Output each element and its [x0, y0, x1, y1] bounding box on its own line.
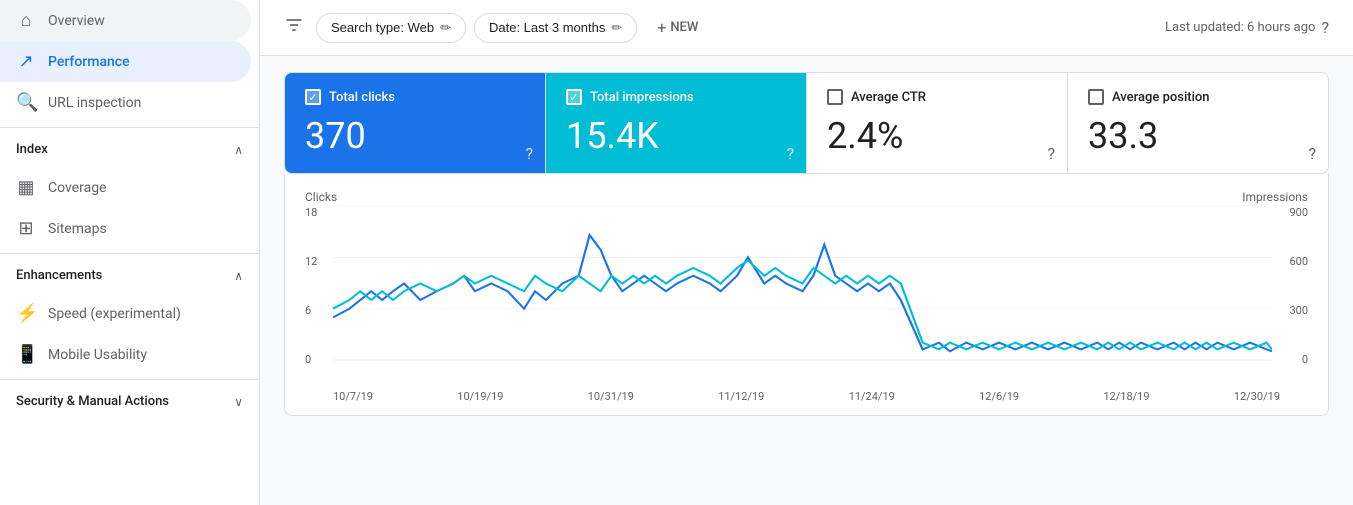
search-type-label: Search type: Web — [331, 20, 434, 35]
x-label-5: 11/24/19 — [849, 390, 895, 403]
sidebar-item-label: Sitemaps — [48, 221, 107, 237]
sidebar-item-sitemaps[interactable]: ⊞ Sitemaps — [0, 208, 251, 249]
sidebar-item-url-inspection[interactable]: 🔍 URL inspection — [0, 82, 251, 123]
y-axis-right-label: Impressions — [1242, 190, 1308, 204]
sidebar-item-label: URL inspection — [48, 95, 141, 111]
sidebar-item-label: Mobile Usability — [48, 347, 147, 363]
chevron-down-icon: ∨ — [234, 395, 243, 409]
position-value: 33.3 — [1088, 117, 1308, 157]
main-content: Search type: Web ✏ Date: Last 3 months ✏… — [260, 0, 1353, 505]
metric-clicks-header: ✓ Total clicks — [305, 89, 525, 105]
sidebar: ⌂ Overview ↗ Performance 🔍 URL inspectio… — [0, 0, 260, 505]
y-right-600: 600 — [1276, 255, 1308, 268]
y-left-18: 18 — [305, 206, 329, 219]
sidebar-section-index[interactable]: Index ∧ — [0, 132, 259, 167]
speed-icon: ⚡ — [16, 303, 36, 324]
metric-position-header: Average position — [1088, 89, 1308, 105]
date-range-button[interactable]: Date: Last 3 months ✏ — [474, 13, 637, 43]
impressions-help-icon[interactable]: ? — [786, 144, 794, 163]
sidebar-section-security[interactable]: Security & Manual Actions ∨ — [0, 384, 259, 419]
section-security-label: Security & Manual Actions — [16, 394, 169, 409]
clicks-line — [333, 235, 1272, 351]
mobile-icon: 📱 — [16, 344, 36, 365]
impressions-line — [333, 260, 1272, 349]
home-icon: ⌂ — [16, 10, 36, 31]
y-left-12: 12 — [305, 255, 329, 268]
sidebar-item-speed[interactable]: ⚡ Speed (experimental) — [0, 293, 251, 334]
y-right-0: 0 — [1276, 353, 1308, 366]
sidebar-item-coverage[interactable]: ▦ Coverage — [0, 167, 251, 208]
y-right-900: 900 — [1276, 206, 1308, 219]
y-right-300: 300 — [1276, 304, 1308, 317]
x-label-2: 10/19/19 — [457, 390, 503, 403]
chart-wrapper: 18 12 6 0 900 600 300 0 — [305, 206, 1308, 386]
metric-card-position[interactable]: Average position 33.3 ? — [1068, 73, 1328, 173]
sidebar-item-label: Performance — [48, 54, 130, 70]
metric-cards: ✓ Total clicks 370 ? ✓ Total impressions… — [284, 72, 1329, 174]
sidebar-item-mobile-usability[interactable]: 📱 Mobile Usability — [0, 334, 251, 375]
edit-date-icon: ✏ — [611, 20, 622, 36]
metric-card-clicks[interactable]: ✓ Total clicks 370 ? — [285, 73, 546, 173]
divider-2 — [0, 253, 259, 254]
x-label-6: 12/6/19 — [979, 390, 1019, 403]
metric-impressions-header: ✓ Total impressions — [566, 89, 786, 105]
help-icon[interactable]: ? — [1321, 18, 1329, 37]
impressions-checkbox[interactable]: ✓ — [566, 89, 582, 105]
filter-icon[interactable] — [284, 15, 304, 40]
x-label-1: 10/7/19 — [333, 390, 373, 403]
new-filter-button[interactable]: + NEW — [645, 12, 710, 43]
clicks-checkbox[interactable]: ✓ — [305, 89, 321, 105]
position-checkbox[interactable] — [1088, 89, 1104, 105]
chevron-up-icon-2: ∧ — [234, 269, 243, 283]
metric-card-ctr[interactable]: Average CTR 2.4% ? — [807, 73, 1068, 173]
clicks-label: Total clicks — [329, 90, 395, 105]
ctr-value: 2.4% — [827, 117, 1047, 157]
ctr-help-icon[interactable]: ? — [1047, 144, 1055, 163]
edit-search-type-icon: ✏ — [440, 20, 451, 36]
clicks-help-icon[interactable]: ? — [525, 144, 533, 163]
plus-icon: + — [657, 18, 666, 37]
position-help-icon[interactable]: ? — [1308, 144, 1316, 163]
sidebar-item-performance[interactable]: ↗ Performance — [0, 41, 251, 82]
y-left-0: 0 — [305, 353, 329, 366]
impressions-value: 15.4K — [566, 117, 786, 157]
sidebar-item-label: Coverage — [48, 180, 106, 196]
last-updated-text: Last updated: 6 hours ago — [1165, 20, 1315, 35]
performance-chart — [333, 206, 1272, 361]
sidebar-item-overview[interactable]: ⌂ Overview — [0, 0, 251, 41]
new-label: NEW — [670, 20, 698, 35]
x-label-7: 12/18/19 — [1103, 390, 1149, 403]
impressions-label: Total impressions — [590, 90, 694, 105]
x-label-8: 12/30/19 — [1234, 390, 1280, 403]
trending-icon: ↗ — [16, 51, 36, 72]
metric-ctr-header: Average CTR — [827, 89, 1047, 105]
sidebar-item-label: Overview — [48, 13, 105, 29]
x-label-4: 11/12/19 — [718, 390, 764, 403]
y-axis-left-label: Clicks — [305, 190, 337, 204]
coverage-icon: ▦ — [16, 177, 36, 198]
position-label: Average position — [1112, 90, 1210, 105]
divider-1 — [0, 127, 259, 128]
search-type-button[interactable]: Search type: Web ✏ — [316, 13, 466, 43]
sidebar-item-label: Speed (experimental) — [48, 306, 181, 322]
ctr-checkbox[interactable] — [827, 89, 843, 105]
section-index-label: Index — [16, 142, 48, 157]
clicks-value: 370 — [305, 117, 525, 157]
y-left-6: 6 — [305, 304, 329, 317]
ctr-label: Average CTR — [851, 90, 926, 105]
chart-container: Clicks Impressions 18 12 6 0 900 600 300… — [284, 174, 1329, 416]
sidebar-section-enhancements[interactable]: Enhancements ∧ — [0, 258, 259, 293]
search-icon: 🔍 — [16, 92, 36, 113]
dashboard: ✓ Total clicks 370 ? ✓ Total impressions… — [260, 56, 1353, 505]
chevron-up-icon: ∧ — [234, 143, 243, 157]
x-label-3: 10/31/19 — [588, 390, 634, 403]
last-updated-info: Last updated: 6 hours ago ? — [1165, 18, 1329, 37]
section-enhancements-label: Enhancements — [16, 268, 102, 283]
chart-x-labels: 10/7/19 10/19/19 10/31/19 11/12/19 11/24… — [305, 390, 1308, 403]
date-range-label: Date: Last 3 months — [489, 20, 605, 35]
divider-3 — [0, 379, 259, 380]
topbar: Search type: Web ✏ Date: Last 3 months ✏… — [260, 0, 1353, 56]
sitemaps-icon: ⊞ — [16, 218, 36, 239]
metric-card-impressions[interactable]: ✓ Total impressions 15.4K ? — [546, 73, 807, 173]
